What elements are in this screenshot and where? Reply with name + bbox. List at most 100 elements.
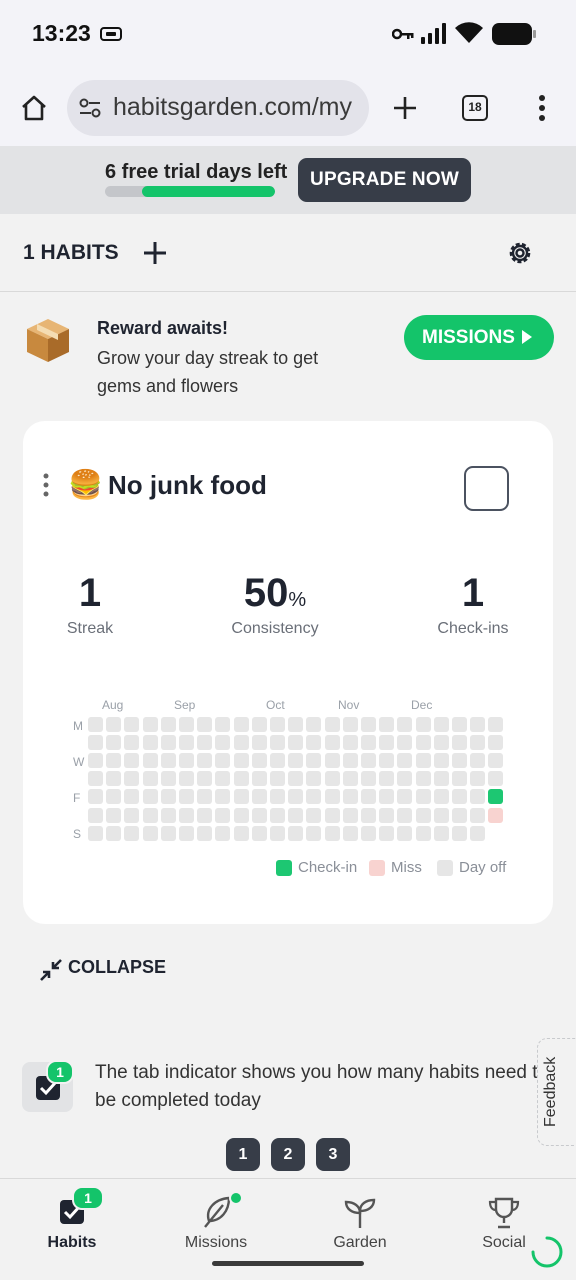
calendar-cell	[124, 789, 140, 805]
calendar-cell	[288, 753, 304, 769]
trial-banner: 6 free trial days left UPGRADE NOW	[0, 146, 576, 214]
calendar-cell	[251, 825, 267, 841]
nav-missions[interactable]: Missions	[144, 1179, 288, 1269]
calendar-cell	[470, 753, 486, 769]
calendar-cell	[415, 735, 431, 751]
tab-switcher-button[interactable]: 18	[462, 95, 488, 121]
calendar-cell	[379, 825, 395, 841]
calendar-cell	[433, 753, 449, 769]
calendar-cell	[452, 717, 467, 732]
day-label: W	[73, 755, 85, 769]
legend-miss-label: Miss	[391, 859, 422, 876]
sprout-icon	[344, 1198, 376, 1228]
calendar-cell	[160, 807, 176, 823]
month-label: Nov	[338, 698, 360, 712]
battery-icon	[492, 23, 536, 45]
calendar-cell	[397, 825, 413, 841]
calendar-cell	[433, 825, 449, 841]
calendar-cell	[470, 807, 486, 823]
page-2-button[interactable]: 2	[271, 1138, 305, 1171]
upgrade-now-button[interactable]: UPGRADE NOW	[298, 158, 471, 202]
trial-days-text: 6 free trial days left	[105, 161, 288, 183]
reward-title: Reward awaits!	[97, 318, 229, 338]
page-3-button[interactable]: 3	[316, 1138, 350, 1171]
calendar-cell	[233, 717, 249, 732]
page-1-button[interactable]: 1	[226, 1138, 260, 1171]
calendar-cell	[470, 825, 486, 841]
calendar-cell	[88, 825, 103, 841]
drag-handle-icon[interactable]	[43, 473, 49, 497]
calendar-cell	[324, 717, 340, 732]
calendar-cell	[415, 825, 431, 841]
calendar-cell	[106, 807, 122, 823]
legend-checkin-swatch	[276, 860, 292, 876]
nav-habits[interactable]: 1 Habits	[0, 1179, 144, 1269]
nav-garden[interactable]: Garden	[288, 1179, 432, 1269]
calendar-cell	[215, 735, 231, 751]
trial-progress-fill	[142, 186, 275, 197]
calendar-cell	[197, 735, 213, 751]
habit-name: No junk food	[108, 470, 267, 500]
calendar-cell	[379, 807, 395, 823]
calendar-cell	[251, 735, 267, 751]
calendar-cell	[179, 753, 194, 769]
calendar-cell	[324, 735, 340, 751]
calendar-cell	[88, 735, 103, 751]
address-bar[interactable]: habitsgarden.com/my	[67, 80, 369, 136]
calendar-cell	[324, 807, 340, 823]
habit-checkin-checkbox[interactable]	[464, 466, 509, 511]
home-icon[interactable]	[20, 94, 48, 122]
calendar-cell	[215, 753, 231, 769]
reward-description: Grow your day streak to get gems and flo…	[97, 348, 319, 396]
calendar-cell	[306, 807, 322, 823]
more-vert-icon[interactable]	[538, 95, 546, 121]
calendar-cell	[233, 789, 249, 805]
calendar-cell	[197, 825, 213, 841]
calendar-cell	[179, 807, 194, 823]
day-label: M	[73, 719, 83, 733]
calendar-cell	[106, 717, 122, 732]
calendar-cell	[306, 771, 322, 787]
settings-gear-icon[interactable]	[505, 238, 535, 268]
url-text: habitsgarden.com/my	[113, 93, 353, 121]
calendar-cell	[142, 771, 158, 787]
calendar-cell	[233, 807, 249, 823]
missions-button[interactable]: MISSIONS	[404, 315, 554, 360]
feedback-tab[interactable]: Feedback	[537, 1038, 576, 1146]
calendar-cell	[160, 771, 176, 787]
site-settings-icon[interactable]	[79, 98, 101, 118]
calendar-cell	[142, 735, 158, 751]
calendar-cell	[124, 771, 140, 787]
calendar-cell	[488, 807, 504, 823]
calendar-cell	[324, 771, 340, 787]
nav-missions-label: Missions	[184, 1234, 248, 1251]
calendar-cell	[270, 825, 285, 841]
calendar-cell	[288, 735, 304, 751]
collapse-arrows-icon	[40, 959, 62, 981]
calendar-cell	[215, 789, 231, 805]
calendar-cell	[361, 753, 376, 769]
calendar-cell	[324, 825, 340, 841]
calendar-cell	[270, 717, 285, 732]
calendar-cell	[361, 825, 376, 841]
add-habit-icon[interactable]	[142, 240, 168, 266]
calendar-cell	[288, 789, 304, 805]
collapse-label: COLLAPSE	[68, 957, 167, 977]
calendar-cell	[342, 789, 358, 805]
calendar-cell	[397, 771, 413, 787]
new-tab-icon[interactable]	[392, 95, 418, 121]
calendar-cell	[470, 771, 486, 787]
status-time: 13:23	[32, 20, 91, 46]
calendar-cell	[288, 825, 304, 841]
collapse-button[interactable]: COLLAPSE	[40, 957, 167, 981]
home-indicator	[212, 1261, 364, 1266]
calendar-cell	[379, 771, 395, 787]
calendar-cell	[233, 825, 249, 841]
calendar-cell	[397, 717, 413, 732]
calendar-cell	[160, 717, 176, 732]
calendar-cell	[306, 735, 322, 751]
calendar-cell	[306, 717, 322, 732]
calendar-cell	[215, 771, 231, 787]
calendar-cell	[342, 771, 358, 787]
calendar-cell	[270, 771, 285, 787]
